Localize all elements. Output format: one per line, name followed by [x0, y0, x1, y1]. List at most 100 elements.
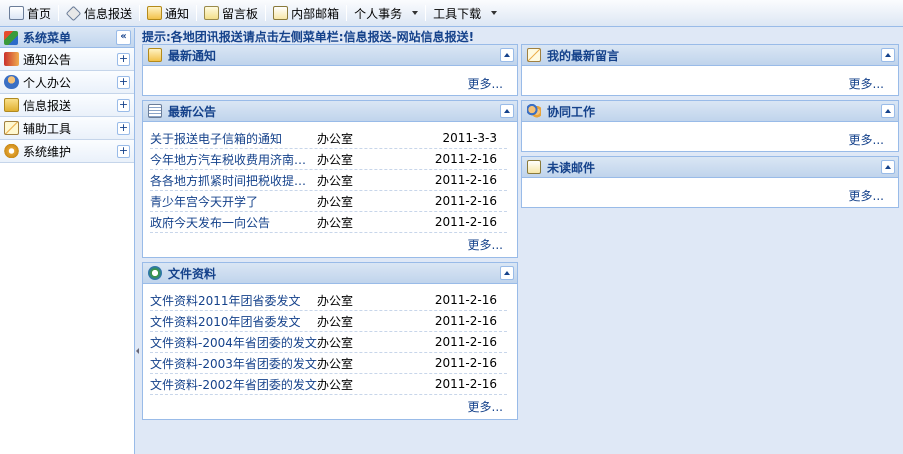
more-link[interactable]: 更多...: [849, 75, 884, 92]
sidebar-item-system[interactable]: 系统维护 +: [0, 140, 134, 163]
collapse-arrow-icon[interactable]: [136, 348, 139, 354]
item-title-link[interactable]: 文件资料-2002年省团委的发文: [150, 376, 317, 393]
sidebar-item-label: 辅助工具: [23, 121, 72, 136]
toolbar-separator: [196, 5, 198, 21]
panel-title: 文件资料: [168, 266, 217, 281]
folder-icon: [4, 98, 19, 112]
mail-icon: [273, 6, 289, 20]
expand-icon[interactable]: +: [117, 121, 130, 135]
more-link[interactable]: 更多...: [468, 75, 503, 92]
panel-collapse-button[interactable]: [881, 160, 895, 174]
chevron-down-icon: [491, 11, 498, 15]
item-date: 2011-3-3: [442, 131, 497, 145]
toolbar-home-button[interactable]: 首页: [4, 3, 56, 24]
item-title-link[interactable]: 青少年宫今天开学了: [150, 193, 317, 210]
list-item: 政府今天发布一向公告 办公室 2011-2-16: [150, 212, 507, 233]
sidebar-item-report[interactable]: 信息报送 +: [0, 94, 134, 117]
item-title-link[interactable]: 政府今天发布一向公告: [150, 214, 317, 231]
more-link[interactable]: 更多...: [849, 187, 884, 204]
list-item: 关于报送电子信箱的通知 办公室 2011-3-3: [150, 128, 507, 149]
toolbar-notice-button[interactable]: 通知: [142, 3, 194, 24]
panel-unread-mail: 未读邮件 更多...: [521, 156, 899, 208]
toolbar-separator: [58, 5, 60, 21]
item-dept: 办公室: [317, 131, 354, 146]
item-title-link[interactable]: 文件资料-2003年省团委的发文: [150, 355, 317, 372]
list-item: 文件资料-2003年省团委的发文 办公室 2011-2-16: [150, 353, 507, 374]
panel-title: 我的最新留言: [547, 48, 620, 63]
panel-header: 最新公告: [143, 101, 517, 122]
toolbar-mail-label: 内部邮箱: [291, 6, 340, 21]
more-link[interactable]: 更多...: [468, 236, 503, 253]
more-link[interactable]: 更多...: [849, 131, 884, 148]
expand-icon[interactable]: +: [117, 52, 130, 66]
users-icon: [527, 104, 541, 118]
files-list: 文件资料2011年团省委发文 办公室 2011-2-16 文件资料2010年团省委发…: [150, 290, 507, 395]
item-date: 2011-2-16: [434, 377, 497, 391]
item-dept: 办公室: [317, 293, 354, 308]
item-date: 2011-2-16: [434, 173, 497, 187]
panel-title: 协同工作: [547, 104, 596, 119]
item-date: 2011-2-16: [434, 215, 497, 229]
toolbar-notice-label: 通知: [165, 6, 190, 21]
item-date: 2011-2-16: [434, 314, 497, 328]
item-title-link[interactable]: 关于报送电子信箱的通知: [150, 130, 317, 147]
sidebar-header: 系统菜单 «: [0, 28, 134, 48]
top-toolbar: 首页 信息报送 通知 留言板 内部邮箱 个人事务 工具下载: [0, 0, 903, 27]
toolbar-home-label: 首页: [27, 6, 52, 21]
panel-title: 未读邮件: [547, 160, 596, 175]
panel-header: 我的最新留言: [522, 45, 898, 66]
item-date: 2011-2-16: [434, 356, 497, 370]
more-link[interactable]: 更多...: [468, 398, 503, 415]
panel-title: 最新公告: [168, 104, 217, 119]
item-date: 2011-2-16: [434, 194, 497, 208]
sidebar-splitter[interactable]: [135, 28, 141, 454]
panel-collaboration: 协同工作 更多...: [521, 100, 899, 152]
item-title-link[interactable]: 文件资料2010年团省委发文: [150, 313, 317, 330]
pencil-icon: [4, 121, 19, 135]
toolbar-personal-label: 个人事务: [354, 6, 403, 21]
user-icon: [4, 75, 19, 89]
home-icon: [9, 6, 24, 20]
item-title-link[interactable]: 各各地方抓紧时间把税收提…: [150, 172, 317, 189]
announcement-list: 关于报送电子信箱的通知 办公室 2011-3-3 今年地方汽车税收费用济南… 办公室 2…: [150, 128, 507, 233]
panel-collapse-button[interactable]: [500, 48, 514, 62]
toolbar-separator: [139, 5, 141, 21]
toolbar-board-label: 留言板: [222, 6, 259, 21]
toolbar-report-button[interactable]: 信息报送: [61, 3, 137, 24]
panel-header: 协同工作: [522, 101, 898, 122]
sidebar-item-tools[interactable]: 辅助工具 +: [0, 117, 134, 140]
panel-collapse-button[interactable]: [881, 48, 895, 62]
item-dept: 办公室: [317, 335, 354, 350]
speaker-icon: [4, 52, 19, 66]
item-dept: 办公室: [317, 173, 354, 188]
sidebar-item-office[interactable]: 个人办公 +: [0, 71, 134, 94]
sidebar: 系统菜单 « 通知公告 + 个人办公 + 信息报送 + 辅助工具 + 系统维护 +: [0, 28, 135, 454]
expand-icon[interactable]: +: [117, 144, 130, 158]
tag-icon: [65, 5, 82, 21]
item-title-link[interactable]: 文件资料-2004年省团委的发文: [150, 334, 317, 351]
list-item: 各各地方抓紧时间把税收提… 办公室 2011-2-16: [150, 170, 507, 191]
panel-latest-notice: 最新通知 更多...: [142, 44, 518, 96]
item-title-link[interactable]: 今年地方汽车税收费用济南…: [150, 151, 317, 168]
item-dept: 办公室: [317, 377, 354, 392]
toolbar-personal-menu[interactable]: 个人事务: [349, 3, 423, 24]
sidebar-item-label: 个人办公: [23, 75, 72, 90]
item-date: 2011-2-16: [434, 152, 497, 166]
item-title-link[interactable]: 文件资料2011年团省委发文: [150, 292, 317, 309]
panel-title: 最新通知: [168, 48, 217, 63]
note-icon: [204, 6, 220, 20]
panel-collapse-button[interactable]: [881, 104, 895, 118]
document-icon: [148, 104, 162, 118]
panel-collapse-button[interactable]: [500, 266, 514, 280]
expand-icon[interactable]: +: [117, 98, 130, 112]
toolbar-mail-button[interactable]: 内部邮箱: [268, 3, 344, 24]
panel-collapse-button[interactable]: [500, 104, 514, 118]
list-item: 文件资料-2004年省团委的发文 办公室 2011-2-16: [150, 332, 507, 353]
item-dept: 办公室: [317, 356, 354, 371]
sidebar-collapse-button[interactable]: «: [116, 30, 131, 45]
sidebar-item-notice[interactable]: 通知公告 +: [0, 48, 134, 71]
toolbar-tools-menu[interactable]: 工具下载: [428, 3, 502, 24]
expand-icon[interactable]: +: [117, 75, 130, 89]
toolbar-board-button[interactable]: 留言板: [199, 3, 263, 24]
toolbar-separator: [265, 5, 267, 21]
